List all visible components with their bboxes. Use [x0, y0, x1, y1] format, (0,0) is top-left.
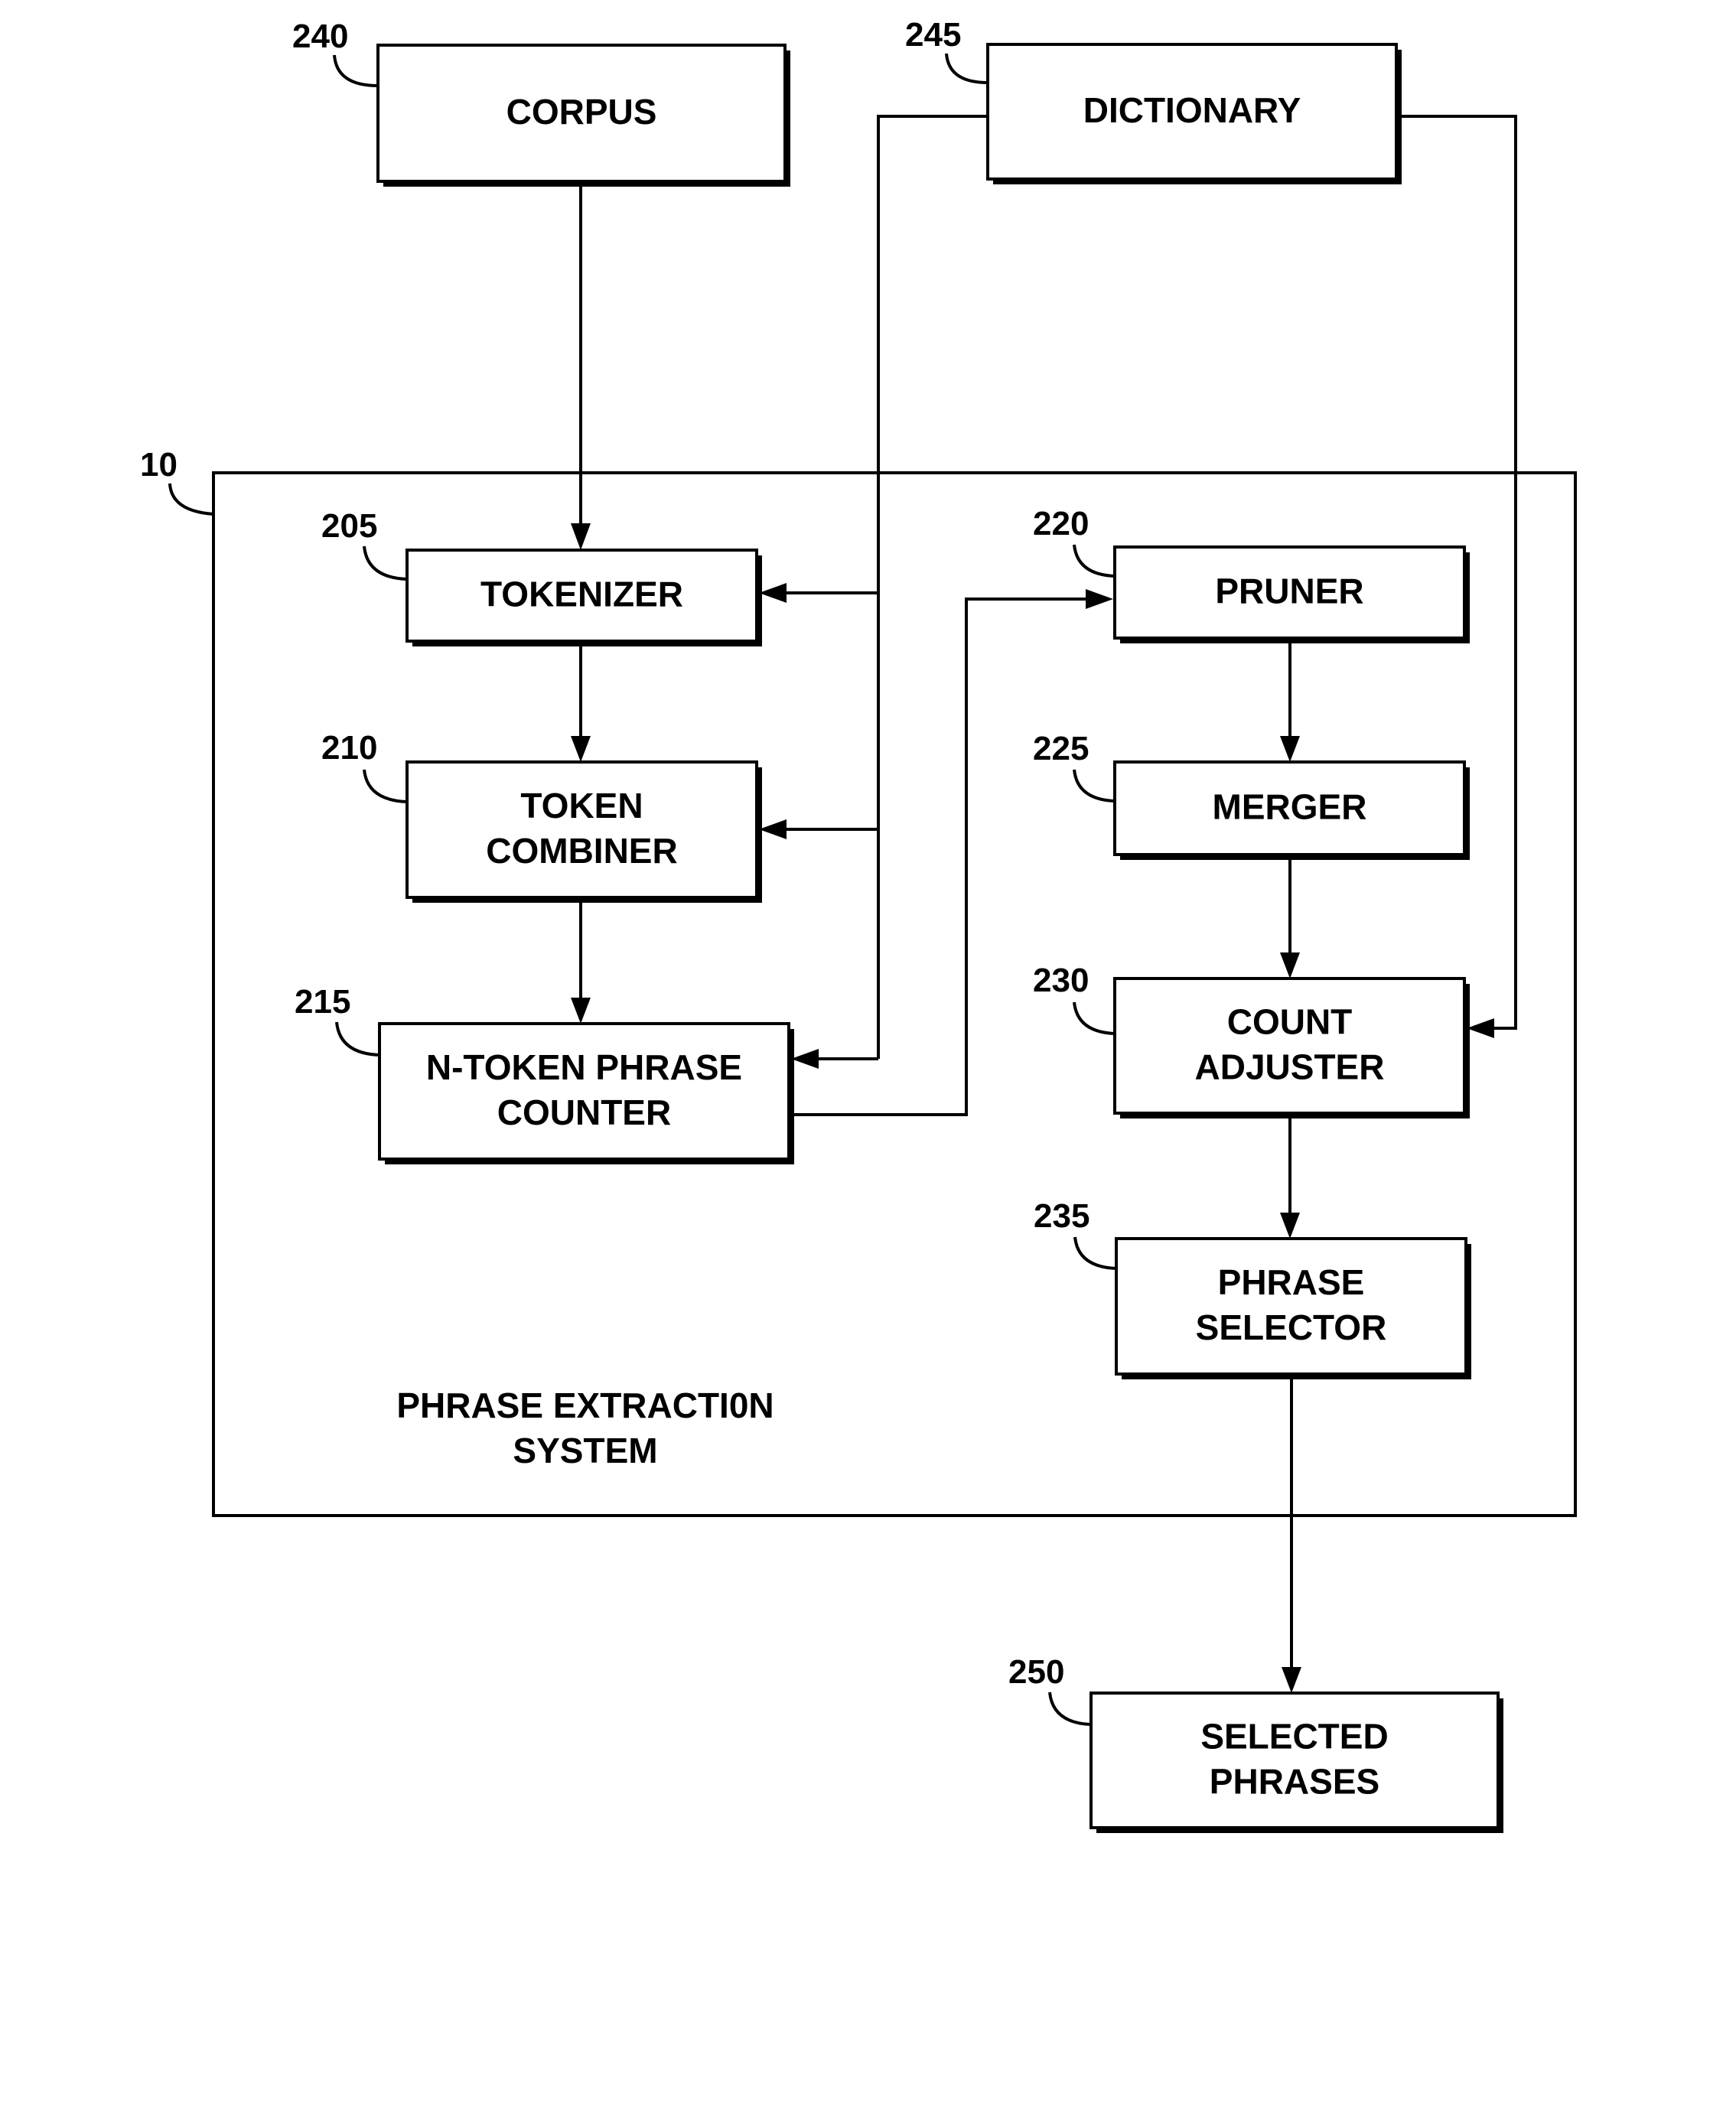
system-label-line-2: SYSTEM [513, 1431, 657, 1470]
ref-number-corpus: 240 [292, 18, 348, 55]
arrowhead [1282, 1667, 1301, 1693]
block-frame [1115, 1237, 1467, 1376]
block-frame [406, 760, 758, 899]
block-label-token-combiner-line-1: TOKEN [520, 786, 643, 825]
system-ref-number: 10 [140, 446, 178, 484]
block-label-pruner-line-1: PRUNER [1215, 571, 1363, 611]
ref-leader-merger [1073, 769, 1116, 803]
block-phrase-selector: PHRASE SELECTOR 235 [1034, 1197, 1471, 1379]
block-label-selected-phrases-line-2: PHRASES [1210, 1762, 1379, 1802]
ref-number-pruner: 220 [1033, 505, 1089, 542]
block-corpus: CORPUS 240 [292, 18, 790, 187]
block-merger: MERGER 225 [1033, 730, 1470, 860]
block-label-n-token-counter-line-1: N-TOKEN PHRASE [426, 1047, 742, 1087]
ref-number-count-adjuster: 230 [1033, 962, 1089, 999]
block-dictionary: DICTIONARY 245 [905, 16, 1402, 184]
arrowhead [571, 998, 591, 1024]
arrowhead [571, 523, 591, 550]
block-label-dictionary-line-1: DICTIONARY [1083, 90, 1301, 130]
connectors [571, 115, 1517, 1693]
block-label-n-token-counter-line-2: COUNTER [497, 1092, 671, 1132]
ref-leader-token-combiner [363, 769, 408, 803]
arrowhead [1280, 952, 1300, 978]
block-selected-phrases: SELECTED PHRASES 250 [1008, 1653, 1503, 1833]
ref-leader-dictionary [945, 53, 989, 84]
block-frame [1113, 977, 1466, 1115]
connector-dictionary-left-bus [877, 115, 988, 1059]
ref-leader-phrase-selector [1073, 1236, 1117, 1270]
block-label-corpus-line-1: CORPUS [506, 92, 657, 132]
arrowhead [791, 1049, 819, 1069]
block-token-combiner: TOKEN COMBINER 210 [321, 729, 762, 903]
ref-number-dictionary: 245 [905, 16, 961, 54]
ref-leader-tokenizer [363, 545, 408, 581]
arrowhead [1086, 589, 1113, 609]
ref-leader-n-token-counter [335, 1021, 380, 1057]
block-label-selected-phrases-line-1: SELECTED [1200, 1717, 1388, 1757]
block-label-merger-line-1: MERGER [1213, 787, 1367, 827]
ref-leader-pruner [1073, 544, 1116, 578]
arrowhead [759, 583, 787, 603]
blocks: CORPUS 240 DICTIONARY 245 TOKENIZER 205 TOKEN C… [292, 16, 1503, 1833]
block-label-phrase-selector-line-1: PHRASE [1218, 1262, 1365, 1302]
block-tokenizer: TOKENIZER 205 [321, 507, 762, 646]
connector-counter-pruner [792, 598, 1093, 1116]
block-n-token-counter: N-TOKEN PHRASE COUNTER 215 [295, 983, 794, 1164]
ref-leader-selected-phrases [1048, 1692, 1092, 1726]
ref-number-tokenizer: 205 [321, 507, 377, 545]
phrase-extraction-diagram: 10 PHRASE EXTRACTI0N SYSTEM CORPUS240DIC… [140, 16, 1577, 1833]
block-label-tokenizer-line-1: TOKENIZER [480, 575, 683, 614]
ref-number-token-combiner: 210 [321, 729, 377, 767]
arrowhead [759, 819, 787, 839]
block-label-token-combiner-line-2: COMBINER [486, 831, 677, 871]
arrowhead [1467, 1018, 1494, 1038]
system-ref-leader [168, 483, 214, 516]
block-label-count-adjuster-line-1: COUNT [1227, 1002, 1353, 1042]
block-pruner: PRUNER 220 [1033, 505, 1470, 643]
system-label-line-1: PHRASE EXTRACTI0N [396, 1386, 774, 1425]
arrowhead [1280, 1213, 1300, 1239]
block-label-phrase-selector-line-2: SELECTOR [1196, 1307, 1387, 1347]
ref-number-selected-phrases: 250 [1008, 1653, 1064, 1691]
block-count-adjuster: COUNT ADJUSTER 230 [1033, 962, 1470, 1118]
arrowhead [571, 736, 591, 762]
arrowhead [1280, 736, 1300, 762]
ref-number-n-token-counter: 215 [295, 983, 350, 1021]
block-frame [378, 1022, 790, 1161]
ref-leader-count-adjuster [1073, 1001, 1116, 1035]
block-frame [1089, 1692, 1500, 1829]
ref-number-merger: 225 [1033, 730, 1089, 767]
block-label-count-adjuster-line-2: ADJUSTER [1195, 1047, 1385, 1087]
ref-number-phrase-selector: 235 [1034, 1197, 1089, 1235]
ref-leader-corpus [333, 54, 379, 87]
